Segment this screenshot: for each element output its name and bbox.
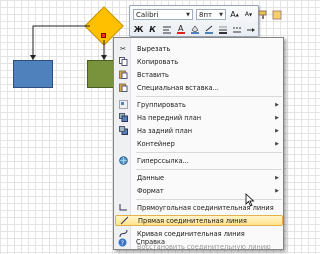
menu-item-label: Вставить	[137, 70, 169, 79]
straight-connector-icon	[116, 215, 132, 226]
align-icon[interactable]	[161, 24, 172, 35]
menu-item-label: Гиперссылка...	[137, 156, 189, 165]
svg-text:A: A	[178, 24, 184, 33]
svg-text:?: ?	[120, 239, 123, 247]
right-angle-connector-icon	[115, 202, 131, 213]
menu-item-label: На задний план	[137, 126, 193, 135]
fill-color-icon[interactable]	[189, 24, 200, 35]
menu-item-format[interactable]: Формат ▶	[115, 185, 283, 196]
submenu-arrow-icon: ▶	[275, 101, 279, 108]
menu-item-label: Прямая соединительная линия	[138, 216, 247, 225]
format-painter-icon[interactable]	[257, 9, 268, 20]
grow-font-icon[interactable]: A ▲	[229, 9, 240, 20]
menu-separator	[136, 199, 282, 200]
line-pattern-icon[interactable]	[231, 24, 242, 35]
menu-separator	[136, 152, 282, 153]
line-color-icon[interactable]	[203, 24, 214, 35]
font-size-value: 8пт	[199, 10, 213, 19]
menu-item-label: На передний план	[137, 113, 202, 122]
italic-icon[interactable]: К	[147, 24, 158, 35]
menu-item-label: Группировать	[137, 100, 186, 109]
font-name-value: Calibri	[136, 10, 159, 19]
menu-item-data[interactable]: Данные ▶	[115, 172, 283, 183]
mouse-cursor-icon	[245, 193, 255, 211]
menu-item-bring-front[interactable]: На передний план ▶	[115, 112, 283, 123]
scissors-icon: ✂	[120, 44, 126, 53]
line-weight-icon[interactable]	[217, 24, 228, 35]
menu-item-straight-connector[interactable]: Прямая соединительная линия	[115, 215, 283, 226]
menu-item-label: Данные	[137, 173, 165, 182]
menu-item-send-back[interactable]: На задний план ▶	[115, 125, 283, 136]
menu-item-container[interactable]: Контейнер ▶	[115, 138, 283, 149]
line-ends-icon[interactable]	[245, 24, 256, 35]
bring-front-icon	[115, 112, 131, 123]
submenu-arrow-icon: ▶	[275, 187, 279, 194]
bold-icon[interactable]: Ж	[133, 24, 144, 35]
shrink-font-icon[interactable]: A ▼	[243, 9, 254, 20]
menu-item-help[interactable]: ? Справка	[114, 236, 282, 248]
menu-item-right-angle-connector[interactable]: Прямоугольная соединительная линия	[115, 202, 283, 213]
font-size-combo[interactable]: 8пт ▼	[196, 9, 226, 20]
font-name-combo[interactable]: Calibri ▼	[133, 9, 193, 20]
styles-icon[interactable]	[271, 9, 282, 20]
menu-item-label: Специальная вставка...	[137, 83, 219, 92]
blue-process-shape[interactable]	[13, 60, 53, 88]
group-icon	[115, 99, 131, 110]
submenu-arrow-icon: ▶	[275, 114, 279, 121]
menu-item-copy[interactable]: Копировать	[115, 56, 283, 67]
submenu-arrow-icon: ▶	[275, 127, 279, 134]
menu-item-label: Формат	[137, 186, 164, 195]
menu-item-label: Вырезать	[137, 44, 171, 53]
paste-special-icon	[115, 82, 131, 93]
menu-item-paste-special[interactable]: Специальная вставка...	[115, 82, 283, 93]
paste-icon	[115, 69, 131, 80]
menu-item-paste[interactable]: Вставить	[115, 69, 283, 80]
chevron-down-icon[interactable]: ▼	[217, 12, 225, 18]
menu-item-label: Справка	[136, 238, 166, 246]
menu-item-label: Контейнер	[137, 139, 175, 148]
font-color-icon[interactable]: A	[175, 24, 186, 35]
menu-item-group[interactable]: Группировать ▶	[115, 99, 283, 110]
chevron-down-icon[interactable]: ▼	[184, 12, 192, 18]
context-menu: ✂ Вырезать Копировать Вставить Специальн…	[113, 37, 284, 251]
menu-item-hyperlink[interactable]: Гиперссылка...	[115, 155, 283, 166]
submenu-arrow-icon: ▶	[275, 140, 279, 147]
hyperlink-icon	[115, 155, 131, 166]
submenu-arrow-icon: ▶	[275, 174, 279, 181]
menu-item-label: Копировать	[137, 57, 179, 66]
menu-item-cut[interactable]: ✂ Вырезать	[115, 43, 283, 54]
mini-formatting-toolbar: Calibri ▼ 8пт ▼ A ▲ A ▼ Ж К A	[129, 5, 281, 37]
menu-separator	[136, 169, 282, 170]
copy-icon	[115, 56, 131, 67]
menu-separator	[136, 96, 282, 97]
help-icon: ?	[114, 238, 130, 247]
send-back-icon	[115, 125, 131, 136]
